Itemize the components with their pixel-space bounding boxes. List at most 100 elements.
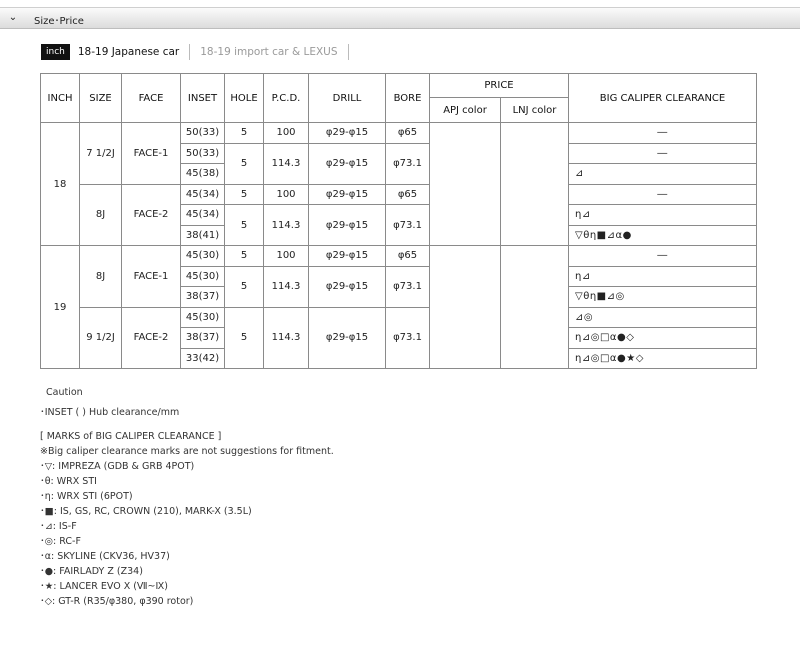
header-size: SIZE [79, 73, 122, 123]
inch-cell: 19 [40, 245, 80, 369]
inset-cell: 45(34) [180, 183, 225, 205]
tab-import-car-lexus[interactable]: 18-19 import car & LEXUS [189, 44, 349, 60]
table-row: 9 1/2J FACE-2 45(30) 5 114.3 φ29-φ15 φ73… [41, 306, 758, 369]
table-row: 18 7 1/2J FACE-1 50(33) 5 100 φ29-φ15 φ6… [40, 122, 758, 246]
header-price: PRICE [428, 73, 570, 98]
pcd-cell: 114.3 [263, 204, 309, 246]
inset-cell: 45(30) [180, 265, 225, 287]
inset-cell: 38(37) [180, 327, 225, 349]
apj-price-cell [429, 245, 501, 369]
header-face: FACE [121, 73, 181, 123]
face-cell: FACE-2 [121, 306, 181, 369]
tab-japanese-car[interactable]: 18-19 Japanese car [78, 44, 189, 60]
size-cell: 7 1/2J [79, 122, 122, 185]
drill-cell: φ29-φ15 [308, 122, 386, 144]
pcd-cell: 114.3 [263, 265, 309, 308]
table-row: 19 8J FACE-1 45(30) 5 100 φ29-φ15 φ65 ― [40, 245, 758, 369]
inset-cell: 45(34) [180, 204, 225, 226]
bore-cell: φ73.1 [385, 265, 430, 308]
mark-item: ･■: IS, GS, RC, CROWN (210), MARK-X (3.5… [40, 506, 252, 517]
mark-item: ･★: LANCER EVO X (Ⅶ~Ⅸ) [40, 581, 168, 592]
mark-item: ･◇: GT-R (R35/φ380, φ390 rotor) [40, 596, 194, 607]
clearance-cell: ― [568, 122, 758, 144]
bore-cell: φ73.1 [385, 204, 430, 246]
drill-cell: φ29-φ15 [308, 204, 386, 246]
bore-cell: φ65 [385, 122, 430, 144]
header-lnj-color: LNJ color [499, 97, 570, 123]
face-cell: FACE-2 [121, 183, 181, 246]
inset-cell: 45(30) [180, 306, 225, 328]
hole-cell: 5 [224, 122, 264, 144]
inset-cell: 33(42) [180, 347, 225, 369]
drill-cell: φ29-φ15 [308, 265, 386, 308]
mark-item: ･θ: WRX STI [40, 476, 97, 487]
hole-cell: 5 [224, 183, 264, 205]
header-bore: BORE [385, 73, 430, 123]
pcd-cell: 100 [263, 183, 309, 205]
table-row: 8J FACE-2 45(34) 5 100 φ29-φ15 φ65 ― [41, 183, 758, 246]
clearance-cell: η⊿ [568, 204, 758, 226]
car-type-tabs: inch 18-19 Japanese car 18-19 import car… [41, 43, 349, 61]
lnj-price-cell [499, 245, 570, 369]
drill-cell: φ29-φ15 [308, 142, 386, 185]
header-apj-color: APJ color [429, 97, 501, 123]
notes-section: Caution ･INSET ( ) Hub clearance/mm [ MA… [40, 385, 334, 609]
bore-cell: φ65 [385, 183, 430, 205]
bore-cell: φ73.1 [385, 306, 430, 369]
inch-cell: 18 [40, 122, 80, 246]
hole-cell: 5 [224, 142, 264, 185]
bore-cell: φ65 [385, 245, 430, 267]
header-caliper-clearance: BIG CALIPER CLEARANCE [568, 73, 758, 123]
drill-cell: φ29-φ15 [308, 245, 386, 267]
clearance-cell: η⊿◎□α●◇ [568, 327, 758, 349]
mark-item: ･●: FAIRLADY Z (Z34) [40, 566, 143, 577]
clearance-cell: ▽θη■⊿α● [568, 224, 758, 246]
section-title: Size･Price [34, 16, 84, 27]
apj-price-cell [429, 122, 501, 246]
hole-cell: 5 [224, 245, 264, 267]
lnj-price-cell [499, 122, 570, 246]
pcd-cell: 114.3 [263, 142, 309, 185]
header-pcd: P.C.D. [263, 73, 309, 123]
pcd-cell: 114.3 [263, 306, 309, 369]
inset-cell: 50(33) [180, 122, 225, 144]
marks-title: [ MARKS of BIG CALIPER CLEARANCE ] [40, 431, 222, 442]
hole-cell: 5 [224, 306, 264, 369]
mark-item: ･η: WRX STI (6POT) [40, 491, 133, 502]
clearance-cell: ⊿◎ [568, 306, 758, 328]
inset-note: ･INSET ( ) Hub clearance/mm [40, 407, 180, 418]
mark-item: ･α: SKYLINE (CKV36, HV37) [40, 551, 170, 562]
section-header: ⌄ Size･Price [0, 7, 800, 29]
inset-cell: 50(33) [180, 142, 225, 164]
header-inch: INCH [40, 73, 80, 123]
mark-item: ･◎: RC-F [40, 536, 81, 547]
clearance-cell: ▽θη■⊿◎ [568, 286, 758, 308]
collapse-toggle-icon[interactable]: ⌄ [5, 11, 21, 25]
mark-item: ･▽: IMPREZA (GDB & GRB 4POT) [40, 461, 195, 472]
hole-cell: 5 [224, 265, 264, 308]
size-cell: 9 1/2J [79, 306, 122, 369]
clearance-cell: ― [568, 183, 758, 205]
pcd-cell: 100 [263, 245, 309, 267]
inset-cell: 38(41) [180, 224, 225, 246]
inset-cell: 45(30) [180, 245, 225, 267]
face-cell: FACE-1 [121, 122, 181, 185]
clearance-cell: ― [568, 142, 758, 164]
bore-cell: φ73.1 [385, 142, 430, 185]
clearance-cell: η⊿◎□α●★◇ [568, 347, 758, 369]
inset-cell: 38(37) [180, 286, 225, 308]
hole-cell: 5 [224, 204, 264, 246]
face-cell: FACE-1 [121, 245, 181, 308]
inch-badge: inch [41, 44, 70, 60]
clearance-cell: ⊿ [568, 163, 758, 185]
size-price-table: INCH SIZE FACE INSET HOLE P.C.D. DRILL B… [40, 73, 758, 369]
drill-cell: φ29-φ15 [308, 183, 386, 205]
header-inset: INSET [180, 73, 225, 123]
header-drill: DRILL [308, 73, 386, 123]
inset-cell: 45(38) [180, 163, 225, 185]
header-hole: HOLE [224, 73, 264, 123]
clearance-cell: η⊿ [568, 265, 758, 287]
size-cell: 8J [79, 183, 122, 246]
drill-cell: φ29-φ15 [308, 306, 386, 369]
caution-heading: Caution [46, 387, 83, 398]
